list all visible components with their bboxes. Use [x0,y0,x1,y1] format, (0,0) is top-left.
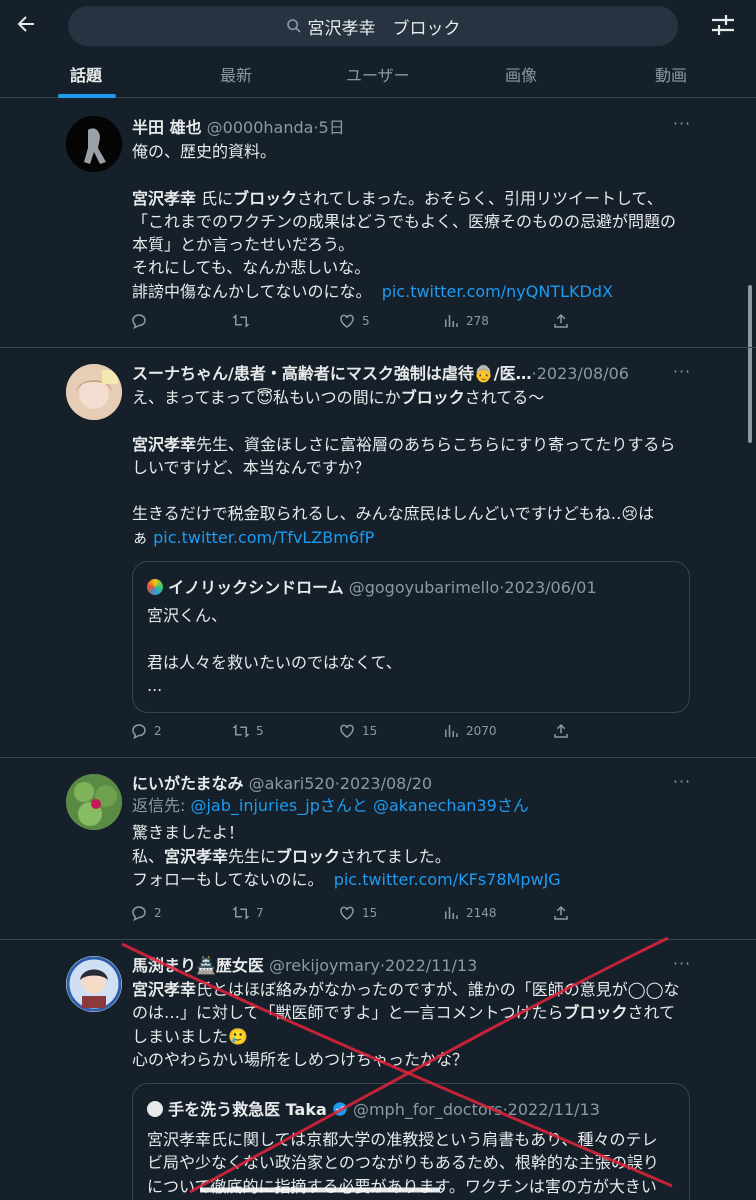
search-query: 宮沢孝幸 ブロック [307,18,461,39]
reply-icon [132,724,146,740]
analytics-icon [445,725,458,737]
views-button[interactable]: 2070 [442,722,497,740]
heart-icon [340,724,354,738]
tab-videos[interactable]: 動画 [655,62,687,86]
avatar[interactable] [66,364,122,420]
reply-icon [132,314,146,330]
reply-button[interactable]: 2 [130,904,162,922]
search-icon [286,19,301,33]
like-button[interactable]: 15 [338,904,377,922]
tweet[interactable]: にいがたまなみ @akari520·2023/08/20 返信先: @jab_i… [0,758,756,940]
tweet-header: 半田 雄也 @0000handa·5日 [132,118,345,137]
top-bar: 宮沢孝幸 ブロック [0,0,756,52]
quote-header: 手を洗う救急医 Taka @mph_for_doctors·2022/11/13 [147,1096,600,1120]
quote-avatar [147,579,163,595]
share-button[interactable] [552,722,570,740]
retweet-button[interactable]: 5 [232,722,264,740]
reply-button[interactable] [130,312,154,330]
tweet-header: スーナちゃん/患者・高齢者にマスク強制は虐待👵/医…·2023/08/06 [132,364,629,383]
share-icon [554,905,568,920]
more-options-icon[interactable]: ··· [670,362,694,381]
tweet-date[interactable]: 2023/08/06 [537,364,629,383]
search-input[interactable]: 宮沢孝幸 ブロック [68,6,678,46]
handle[interactable]: @rekijoymary [269,956,380,975]
tweet-text: 俺の、歴史的資料。 宮沢孝幸 氏にブロックされてしまった。おそらく、引用リツイー… [132,142,677,301]
retweet-button[interactable] [232,312,256,330]
tweet[interactable]: スーナちゃん/患者・高齢者にマスク強制は虐待👵/医…·2023/08/06 え、… [0,348,756,758]
like-button[interactable]: 15 [338,722,377,740]
tweet-content: にいがたまなみ @akari520·2023/08/20 返信先: @jab_i… [132,770,692,891]
handle[interactable]: @0000handa [207,118,314,137]
tweet-actions: 2 7 15 2148 [130,904,570,928]
display-name[interactable]: にいがたまなみ [132,774,244,793]
reply-icon [132,906,146,922]
avatar[interactable] [66,116,122,172]
filter-sliders-icon[interactable] [708,12,738,38]
analytics-icon [445,907,458,919]
tweet-header: にいがたまなみ @akari520·2023/08/20 [132,774,433,793]
avatar[interactable] [66,774,122,830]
share-button[interactable] [552,312,570,330]
reply-to-link[interactable]: @jab_injuries_jp [190,796,319,815]
views-button[interactable]: 278 [442,312,489,330]
share-icon [554,313,568,328]
tweet-date[interactable]: 2023/08/20 [340,774,432,793]
media-link[interactable]: pic.twitter.com/nyQNTLKDdX [382,282,613,301]
display-name[interactable]: スーナちゃん/患者・高齢者にマスク強制は虐待👵/医… [132,364,532,383]
display-name[interactable]: 馬渕まり🏯歴女医 [132,956,264,975]
more-options-icon[interactable]: ··· [670,954,694,973]
heart-icon [340,314,354,328]
tweet-text: 宮沢孝幸氏とはほぼ絡みがなかったのですが、誰かの「医師の意見が◯◯な のは…」に… [132,980,680,1069]
tweet-content: 半田 雄也 @0000handa·5日 俺の、歴史的資料。 宮沢孝幸 氏にブロッ… [132,114,692,303]
analytics-icon [445,315,458,327]
tab-top[interactable]: 話題 [70,62,102,86]
tweet-actions: 5 278 [130,312,570,336]
heart-icon [340,906,354,920]
tweet-content: スーナちゃん/患者・高齢者にマスク強制は虐待👵/医…·2023/08/06 え、… [132,360,692,549]
reply-to-link[interactable]: @akanechan39 [373,796,497,815]
quoted-tweet[interactable]: イノリックシンドローム @gogoyubarimello·2023/06/01 … [132,561,690,713]
retweet-icon [232,906,250,920]
media-link[interactable]: pic.twitter.com/KFs78MpwJG [334,870,561,889]
more-options-icon[interactable]: ··· [670,114,694,133]
retweet-icon [232,724,250,738]
tweet[interactable]: 半田 雄也 @0000handa·5日 俺の、歴史的資料。 宮沢孝幸 氏にブロッ… [0,100,756,348]
quote-text: 宮沢孝幸氏に関しては京都大学の准教授という肩書もあり、種々のテレ ビ局や少なくな… [147,1130,659,1196]
tab-photos[interactable]: 画像 [505,62,537,86]
tweet-text: え、まってまって😇私もいつの間にかブロックされてる〜 宮沢孝幸先生、資金ほしさに… [132,388,676,547]
back-arrow-icon[interactable] [10,8,42,40]
retweet-button[interactable]: 7 [232,904,264,922]
quote-avatar [147,1101,163,1117]
tweet-date[interactable]: 5日 [319,118,345,137]
share-icon [554,723,568,738]
quote-text: 宮沢くん、 君は人々を救いたいのではなくて、 ... [147,606,402,695]
verified-badge-icon [332,1100,348,1119]
more-options-icon[interactable]: ··· [670,772,694,791]
media-link[interactable]: pic.twitter.com/TfvLZBm6fP [153,528,374,547]
search-tabs: 話題 最新 ユーザー 画像 動画 [0,52,756,98]
tweet-actions: 2 5 15 2070 [130,722,570,746]
tab-latest[interactable]: 最新 [220,62,252,86]
share-button[interactable] [552,904,570,922]
tweet[interactable]: 馬渕まり🏯歴女医 @rekijoymary·2022/11/13 宮沢孝幸氏とは… [0,940,756,1200]
tweet-text: 驚きましたよ！ 私、宮沢孝幸先生にブロックされてました。 フォローもしてないのに… [132,823,561,889]
handle[interactable]: @akari520 [249,774,335,793]
like-button[interactable]: 5 [338,312,370,330]
quoted-tweet[interactable]: 手を洗う救急医 Taka @mph_for_doctors·2022/11/13… [132,1083,690,1200]
avatar[interactable] [66,956,122,1012]
retweet-icon [232,314,250,328]
views-button[interactable]: 2148 [442,904,497,922]
tweet-date[interactable]: 2022/11/13 [385,956,477,975]
tweet-content: 馬渕まり🏯歴女医 @rekijoymary·2022/11/13 宮沢孝幸氏とは… [132,952,692,1071]
tweet-header: 馬渕まり🏯歴女医 @rekijoymary·2022/11/13 [132,956,478,975]
tab-people[interactable]: ユーザー [346,62,410,86]
active-tab-indicator [58,94,116,98]
reply-context: 返信先: @jab_injuries_jpさんと @akanechan39さん [132,796,529,815]
display-name[interactable]: 半田 雄也 [132,118,202,137]
quote-header: イノリックシンドローム @gogoyubarimello·2023/06/01 [147,574,597,598]
reply-button[interactable]: 2 [130,722,162,740]
